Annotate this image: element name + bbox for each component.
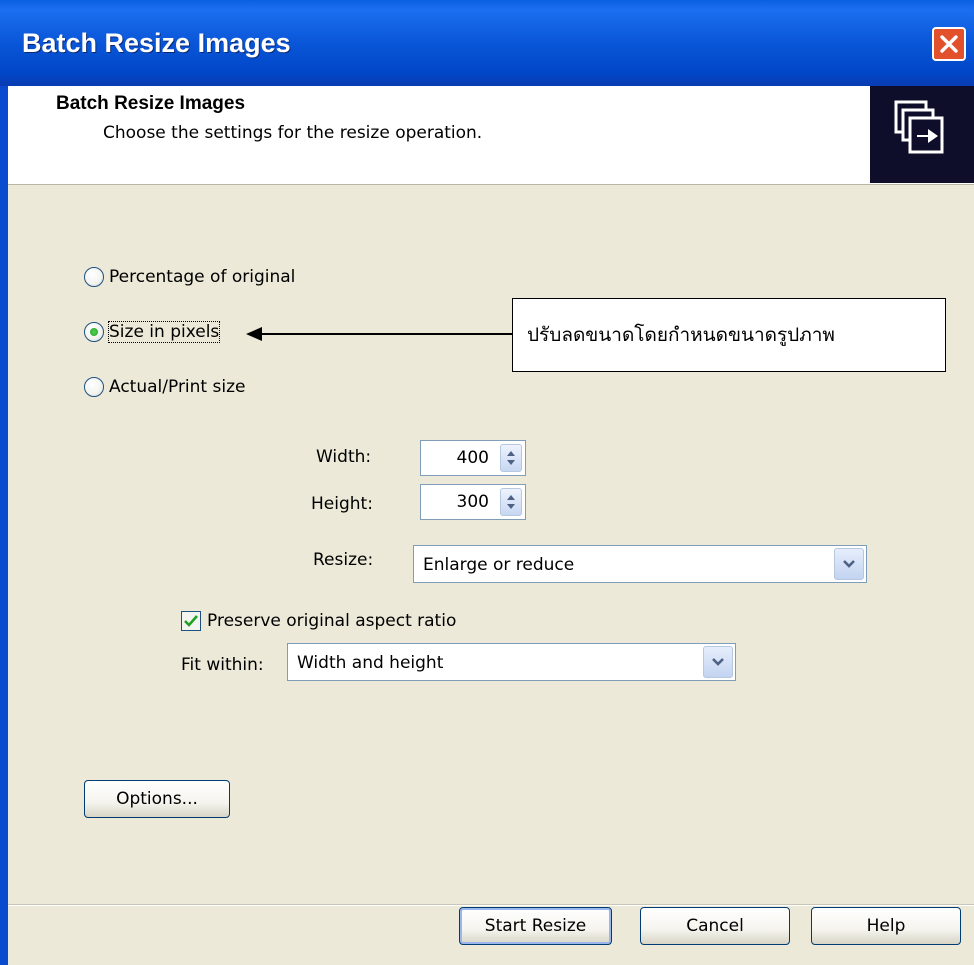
radio-size-in-pixels[interactable]: Size in pixels (84, 321, 221, 343)
radio-percentage-control[interactable] (84, 267, 104, 287)
width-label: Width: (316, 447, 372, 467)
height-spinner-buttons[interactable] (500, 488, 522, 516)
help-button[interactable]: Help (811, 907, 961, 945)
height-value: 300 (456, 492, 489, 512)
radio-actual-print-size-label: Actual/Print size (109, 377, 246, 397)
window-border (0, 86, 8, 965)
fit-within-select[interactable]: Width and height (287, 643, 736, 681)
height-spinner[interactable]: 300 (420, 484, 526, 520)
radio-percentage-label: Percentage of original (109, 267, 296, 287)
radio-actual-print-size[interactable]: Actual/Print size (84, 377, 245, 397)
checkmark-icon (184, 615, 198, 627)
window-title: Batch Resize Images (22, 28, 291, 58)
close-button[interactable] (932, 27, 966, 61)
width-spinner-buttons[interactable] (500, 444, 522, 472)
height-label: Height: (311, 494, 373, 514)
resize-label: Resize: (313, 550, 374, 570)
footer-divider-highlight (8, 905, 974, 906)
width-spinner[interactable]: 400 (420, 440, 526, 476)
resize-dropdown-button[interactable] (834, 548, 864, 580)
radio-size-in-pixels-label: Size in pixels (107, 321, 221, 343)
chevron-down-icon (712, 658, 724, 666)
fit-within-dropdown-button[interactable] (703, 646, 733, 678)
radio-size-in-pixels-control[interactable] (84, 322, 104, 342)
annotation-callout: ปรับลดขนาดโดยกำหนดขนาดรูปภาพ (512, 298, 946, 372)
start-resize-button[interactable]: Start Resize (459, 907, 612, 945)
dialog-header: Batch Resize Images Choose the settings … (8, 86, 974, 185)
cancel-button[interactable]: Cancel (640, 907, 790, 945)
header-title: Batch Resize Images (56, 93, 246, 114)
close-icon (940, 35, 958, 53)
width-value: 400 (456, 448, 489, 468)
header-subtitle: Choose the settings for the resize opera… (103, 123, 483, 143)
fit-within-label: Fit within: (181, 655, 264, 675)
radio-actual-print-size-control[interactable] (84, 377, 104, 397)
radio-percentage[interactable]: Percentage of original (84, 267, 295, 287)
chevron-down-icon (843, 560, 855, 568)
preserve-aspect-label[interactable]: Preserve original aspect ratio (207, 611, 456, 631)
resize-select[interactable]: Enlarge or reduce (413, 545, 867, 583)
spin-arrows-icon (507, 451, 515, 465)
fit-within-select-value: Width and height (297, 653, 444, 673)
preserve-aspect-checkbox[interactable] (181, 611, 201, 631)
resize-select-value: Enlarge or reduce (423, 555, 575, 575)
annotation-arrow (246, 327, 512, 341)
spin-arrows-icon (507, 495, 515, 509)
title-bar[interactable]: Batch Resize Images (0, 0, 974, 86)
options-button[interactable]: Options... (84, 780, 230, 818)
batch-resize-icon (870, 86, 974, 183)
batch-resize-dialog: Batch Resize Images Batch Resize Images … (0, 0, 974, 965)
